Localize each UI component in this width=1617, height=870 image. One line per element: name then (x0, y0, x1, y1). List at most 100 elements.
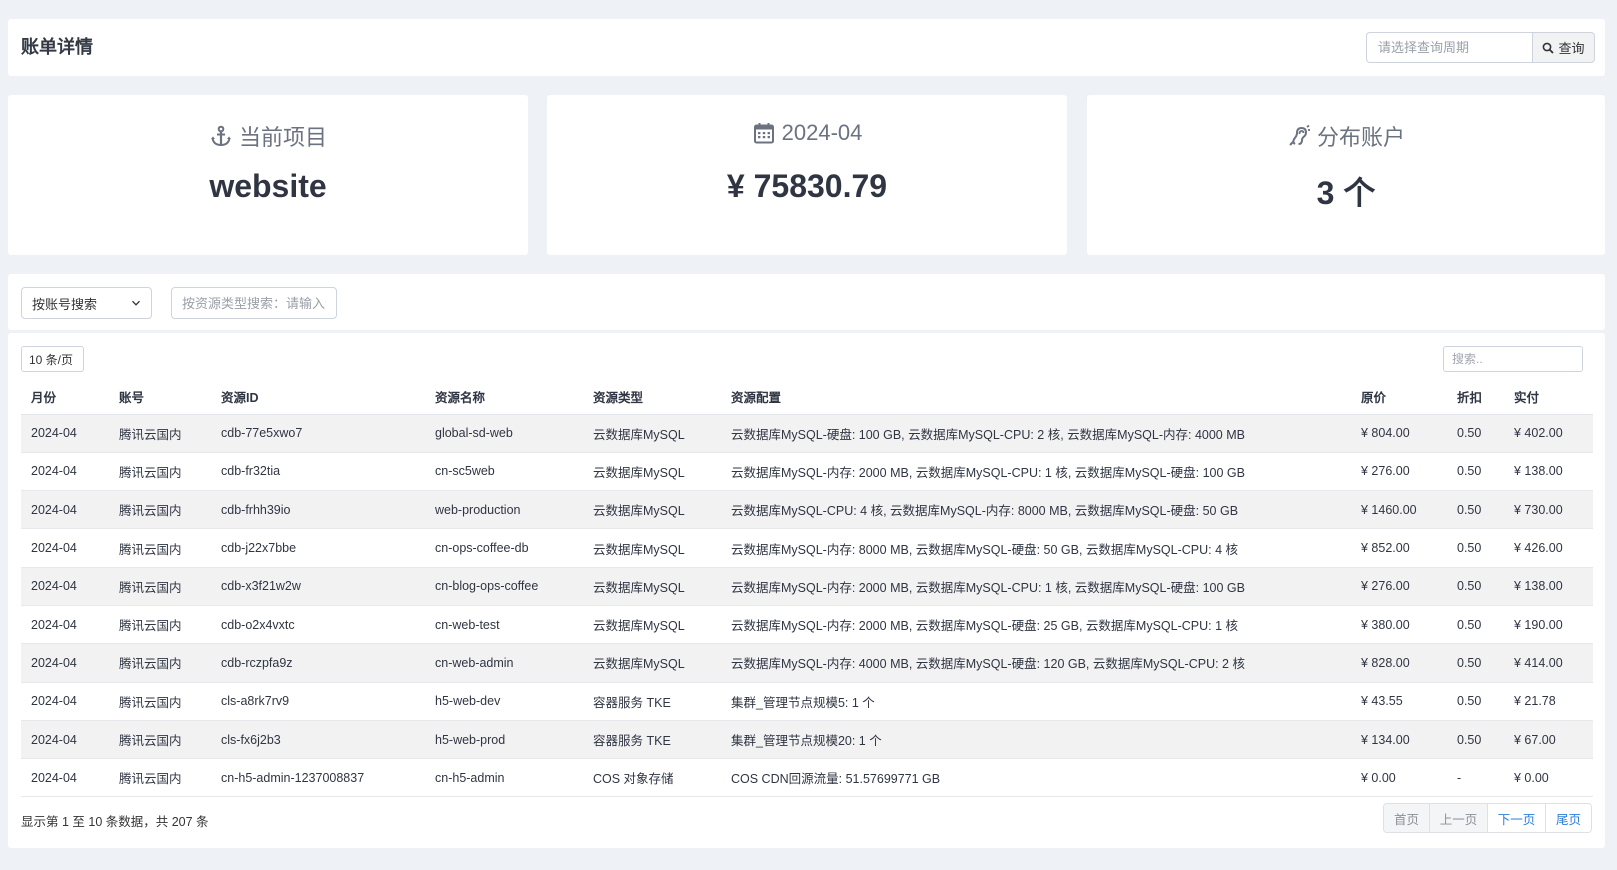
cell-month: 2024-04 (21, 414, 109, 453)
cell-month: 2024-04 (21, 643, 109, 683)
chevron-down-icon (132, 300, 140, 306)
page-size-select[interactable]: 10 条/页 (21, 346, 84, 372)
column-header-resource-type[interactable]: 资源类型 (583, 380, 721, 415)
cell-resource-type: 云数据库MySQL (583, 643, 721, 683)
next-page-button[interactable]: 下一页 (1488, 804, 1546, 832)
cell-account: 腾讯云国内 (109, 452, 211, 492)
cell-discount: 0.50 (1447, 720, 1504, 760)
period-input[interactable] (1366, 32, 1532, 63)
search-icon (1543, 42, 1555, 54)
cell-month: 2024-04 (21, 605, 109, 645)
cell-account: 腾讯云国内 (109, 567, 211, 606)
resource-type-search-input[interactable] (171, 287, 337, 319)
cell-paid: ¥ 426.00 (1504, 528, 1593, 568)
cell-resource-config: 云数据库MySQL-内存: 8000 MB, 云数据库MySQL-硬盘: 50 … (721, 528, 1351, 568)
cell-resource-name: web-production (425, 490, 583, 530)
cell-resource-name: cn-sc5web (425, 452, 583, 492)
cell-resource-id: cdb-j22x7bbe (211, 528, 425, 568)
cell-original-price: ¥ 380.00 (1351, 605, 1447, 645)
table-row: 2024-04 腾讯云国内 cdb-rczpfa9z cn-web-admin … (21, 643, 1593, 683)
column-header-original-price[interactable]: 原价 (1351, 380, 1447, 415)
cell-resource-name: h5-web-dev (425, 682, 583, 721)
column-header-resource-id[interactable]: 资源ID (211, 380, 425, 415)
cell-paid: ¥ 414.00 (1504, 643, 1593, 683)
cell-original-price: ¥ 804.00 (1351, 414, 1447, 453)
column-header-discount[interactable]: 折扣 (1447, 380, 1504, 415)
cell-account: 腾讯云国内 (109, 643, 211, 683)
cell-resource-type: 容器服务 TKE (583, 682, 721, 721)
month-heading: 2024-04 (547, 120, 1067, 146)
cell-resource-id: cdb-x3f21w2w (211, 567, 425, 606)
account-search-select[interactable]: 按账号搜索 (21, 287, 152, 319)
filter-bar: 按账号搜索 (8, 274, 1605, 330)
last-page-button[interactable]: 尾页 (1546, 804, 1591, 832)
cell-resource-id: cn-h5-admin-1237008837 (211, 758, 425, 798)
cell-resource-name: cn-web-test (425, 605, 583, 645)
cell-resource-id: cdb-o2x4vxtc (211, 605, 425, 645)
cell-resource-type: 容器服务 TKE (583, 720, 721, 760)
table-row: 2024-04 腾讯云国内 cn-h5-admin-1237008837 cn-… (21, 758, 1593, 798)
month-total-value: ¥ 75830.79 (726, 168, 888, 204)
cell-original-price: ¥ 828.00 (1351, 643, 1447, 683)
query-button[interactable]: 查询 (1532, 32, 1595, 63)
cell-resource-type: 云数据库MySQL (583, 414, 721, 453)
cell-month: 2024-04 (21, 452, 109, 492)
page-title: 账单详情 (21, 37, 93, 57)
first-page-button[interactable]: 首页 (1384, 804, 1430, 832)
cell-original-price: ¥ 276.00 (1351, 452, 1447, 492)
cell-resource-type: COS 对象存储 (583, 758, 721, 798)
cell-resource-id: cls-fx6j2b3 (211, 720, 425, 760)
month-label: 2024-04 (781, 120, 863, 145)
cell-discount: 0.50 (1447, 452, 1504, 492)
cell-original-price: ¥ 276.00 (1351, 567, 1447, 606)
table-row: 2024-04 腾讯云国内 cdb-o2x4vxtc cn-web-test 云… (21, 605, 1593, 645)
cell-month: 2024-04 (21, 567, 109, 606)
cell-resource-type: 云数据库MySQL (583, 528, 721, 568)
accounts-count-value: 3 个 (1316, 175, 1376, 211)
table-search-input[interactable] (1443, 346, 1583, 372)
column-header-account[interactable]: 账号 (109, 380, 211, 415)
cell-account: 腾讯云国内 (109, 528, 211, 568)
cell-month: 2024-04 (21, 720, 109, 760)
table-row: 2024-04 腾讯云国内 cls-fx6j2b3 h5-web-prod 容器… (21, 720, 1593, 760)
pagination: 首页 上一页 下一页 尾页 (1383, 803, 1592, 833)
anchor-icon (210, 125, 231, 147)
cell-resource-name: cn-ops-coffee-db (425, 528, 583, 568)
cell-resource-config: 云数据库MySQL-内存: 2000 MB, 云数据库MySQL-CPU: 1 … (721, 567, 1351, 606)
table-row: 2024-04 腾讯云国内 cdb-77e5xwo7 global-sd-web… (21, 414, 1593, 453)
account-select-value: 按账号搜索 (32, 296, 98, 312)
cell-account: 腾讯云国内 (109, 490, 211, 530)
table-row: 2024-04 腾讯云国内 cdb-fr32tia cn-sc5web 云数据库… (21, 452, 1593, 492)
accounts-heading: 分布账户 (1087, 120, 1605, 152)
cell-paid: ¥ 21.78 (1504, 682, 1593, 721)
cell-paid: ¥ 138.00 (1504, 567, 1593, 606)
column-header-paid[interactable]: 实付 (1504, 380, 1593, 415)
cell-resource-type: 云数据库MySQL (583, 452, 721, 492)
cell-discount: 0.50 (1447, 643, 1504, 683)
cell-discount: 0.50 (1447, 567, 1504, 606)
cell-resource-name: cn-h5-admin (425, 758, 583, 798)
cell-original-price: ¥ 43.55 (1351, 682, 1447, 721)
cell-resource-config: 集群_管理节点规模5: 1 个 (721, 682, 1351, 721)
cell-discount: 0.50 (1447, 490, 1504, 530)
column-header-month[interactable]: 月份 (21, 380, 109, 415)
cell-resource-id: cdb-rczpfa9z (211, 643, 425, 683)
cell-account: 腾讯云国内 (109, 720, 211, 760)
cell-resource-type: 云数据库MySQL (583, 605, 721, 645)
cell-resource-name: cn-blog-ops-coffee (425, 567, 583, 606)
prev-page-button[interactable]: 上一页 (1430, 804, 1488, 832)
cell-discount: 0.50 (1447, 528, 1504, 568)
cell-discount: - (1447, 758, 1504, 798)
accounts-label: 分布账户 (1316, 125, 1405, 150)
column-header-resource-name[interactable]: 资源名称 (425, 380, 583, 415)
column-header-resource-config[interactable]: 资源配置 (721, 380, 1351, 415)
current-project-card: 当前项目 website (8, 95, 528, 255)
table-info-text: 显示第 1 至 10 条数据，共 207 条 (21, 815, 209, 829)
cell-paid: ¥ 138.00 (1504, 452, 1593, 492)
table-row: 2024-04 腾讯云国内 cdb-frhh39io web-productio… (21, 490, 1593, 530)
header-panel: 账单详情 查询 (8, 19, 1605, 76)
cell-resource-config: 云数据库MySQL-内存: 4000 MB, 云数据库MySQL-硬盘: 120… (721, 643, 1351, 683)
cell-resource-config: COS CDN回源流量: 51.57699771 GB (721, 758, 1351, 798)
current-project-label: 当前项目 (238, 125, 327, 150)
cell-account: 腾讯云国内 (109, 605, 211, 645)
